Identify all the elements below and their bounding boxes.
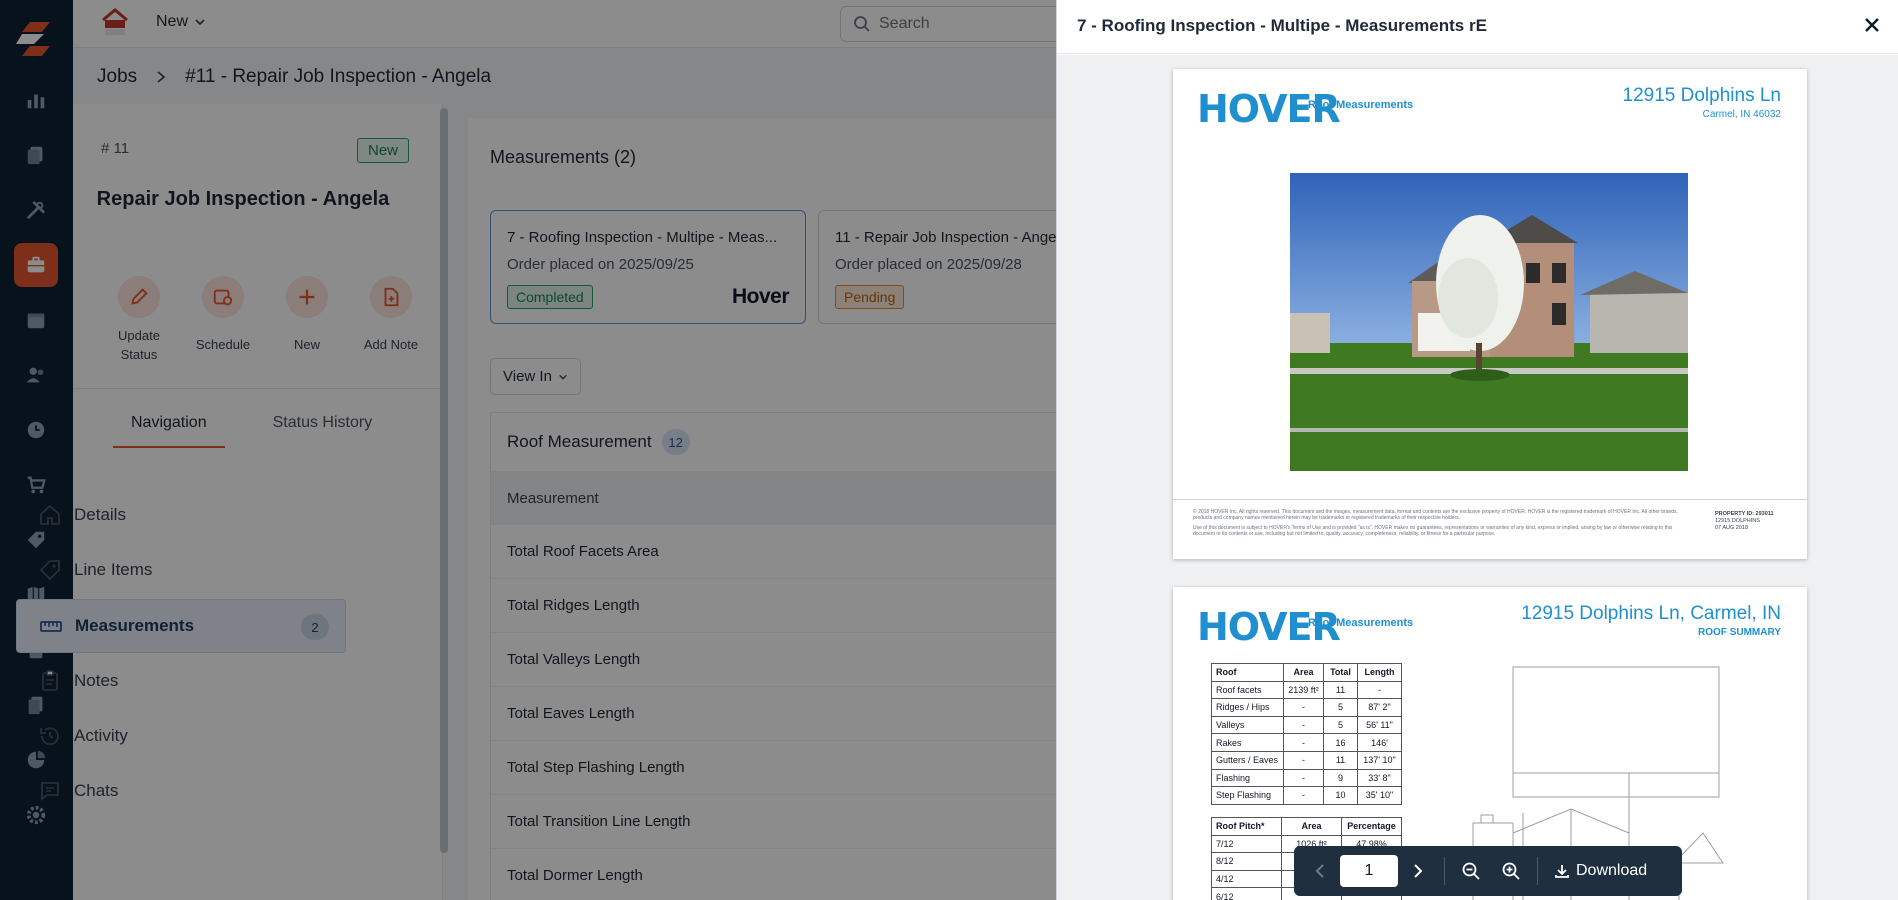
toolbar-separator [1444, 857, 1445, 885]
next-page-button[interactable] [1398, 851, 1438, 891]
page-subtitle: Roof Measurements [1308, 617, 1414, 629]
table-cell: 33' 8" [1357, 768, 1402, 788]
legal-terms: Use of this document is subject to HOVER… [1193, 525, 1673, 537]
pdf-toolbar: Download [1294, 846, 1682, 896]
house-photo [1290, 173, 1688, 471]
property-id-date: 07 AUG 2018 [1715, 525, 1749, 531]
modal-backdrop[interactable] [0, 0, 1056, 900]
table-cell: 5 [1323, 698, 1358, 717]
table-cell: Valleys [1211, 715, 1284, 735]
table-cell: Flashing [1211, 768, 1284, 788]
table-row: Roof facets 2139 ft² 11- [1211, 680, 1402, 700]
legal-fine-print: © 2018 HOVER Inc. All rights reserved. T… [1193, 509, 1693, 537]
table-row: Ridges / Hips -5 87' 2" [1211, 698, 1402, 717]
table-cell: - [1283, 768, 1324, 788]
table-cell: 35' 10" [1357, 786, 1402, 805]
toolbar-separator [1537, 857, 1538, 885]
table-header: Total [1323, 663, 1358, 682]
property-id-address: 12915 DOLPHINS [1715, 518, 1760, 524]
table-cell: - [1283, 750, 1324, 770]
table-row: Valleys -5 56' 11" [1211, 715, 1402, 735]
table-cell: - [1357, 680, 1402, 700]
table-header: Roof [1211, 663, 1284, 682]
zoom-out-icon [1462, 862, 1480, 880]
document-viewer-panel: 7 - Roofing Inspection - Multipe - Measu… [1056, 0, 1898, 900]
property-address: 12915 Dolphins Ln [1622, 85, 1781, 106]
viewer-title: 7 - Roofing Inspection - Multipe - Measu… [1077, 16, 1487, 35]
table-cell: 11 [1323, 750, 1358, 770]
table-cell: - [1283, 715, 1324, 735]
close-icon[interactable] [1861, 14, 1883, 36]
page-subtitle: Roof Measurements [1308, 99, 1414, 111]
property-id: PROPERTY ID: 293011 [1715, 511, 1774, 517]
table-cell: 5 [1323, 715, 1358, 735]
legal-copyright: © 2018 HOVER Inc. All rights reserved. T… [1193, 509, 1678, 521]
table-row: Roof Pitch* Area Percentage [1211, 817, 1402, 836]
table-cell: 146' [1357, 733, 1402, 752]
table-cell: Roof facets [1211, 680, 1284, 700]
table-cell: Rakes [1211, 733, 1284, 752]
download-icon [1555, 865, 1569, 878]
property-id-block: PROPERTY ID: 293011 12915 DOLPHINS 07 AU… [1715, 511, 1787, 532]
previous-page-button[interactable] [1300, 851, 1340, 891]
table-cell: 4/12 [1211, 869, 1282, 889]
table-cell: 6/12 [1211, 887, 1282, 900]
download-label: Download [1576, 862, 1648, 879]
table-row: Rakes -16 146' [1211, 733, 1402, 752]
table-header: Roof Pitch* [1211, 817, 1282, 836]
table-cell: - [1283, 786, 1324, 805]
table-cell: 2139 ft² [1283, 680, 1324, 700]
page-number-input[interactable] [1340, 855, 1398, 887]
table-cell: 16 [1323, 733, 1358, 752]
table-cell: 11 [1323, 680, 1358, 700]
zoom-in-icon [1502, 862, 1520, 880]
chevron-left-icon [1315, 864, 1324, 878]
table-cell: Ridges / Hips [1211, 698, 1284, 717]
table-cell: 10 [1323, 786, 1358, 805]
property-city: Carmel, IN 46032 [1702, 109, 1781, 120]
table-cell: Gutters / Eaves [1211, 750, 1284, 770]
table-header: Area [1281, 817, 1342, 836]
table-cell: - [1283, 733, 1324, 752]
table-cell: 87' 2" [1357, 698, 1402, 717]
zoom-in-button[interactable] [1491, 851, 1531, 891]
table-cell: 56' 11" [1357, 715, 1402, 735]
table-cell: - [1283, 698, 1324, 717]
table-cell: 9 [1323, 768, 1358, 788]
table-row: Flashing -9 33' 8" [1211, 768, 1402, 788]
table-row: Roof Area Total Length [1211, 663, 1402, 682]
table-cell: Step Flashing [1211, 786, 1284, 805]
roof-summary-table: Roof Area Total Length Roof facets 2139 f… [1211, 663, 1402, 805]
page-section: ROOF SUMMARY [1698, 627, 1781, 638]
zoom-out-button[interactable] [1451, 851, 1491, 891]
footer-divider [1173, 499, 1807, 500]
table-cell: 137' 10" [1357, 750, 1402, 770]
table-cell: 8/12 [1211, 852, 1282, 871]
download-button[interactable]: Download [1544, 862, 1657, 880]
chevron-right-icon [1414, 864, 1423, 878]
table-cell: 7/12 [1211, 834, 1282, 854]
table-header: Percentage [1341, 817, 1402, 836]
property-address: 12915 Dolphins Ln, Carmel, IN [1521, 603, 1781, 624]
viewer-header: 7 - Roofing Inspection - Multipe - Measu… [1057, 0, 1898, 54]
table-row: Gutters / Eaves -11 137' 10" [1211, 750, 1402, 770]
table-header: Length [1357, 663, 1402, 682]
pdf-page-1: HOVER Roof Measurements 12915 Dolphins L… [1173, 69, 1807, 559]
viewer-document-area[interactable]: HOVER Roof Measurements 12915 Dolphins L… [1057, 55, 1898, 900]
table-row: Step Flashing -10 35' 10" [1211, 786, 1402, 805]
table-header: Area [1283, 663, 1324, 682]
